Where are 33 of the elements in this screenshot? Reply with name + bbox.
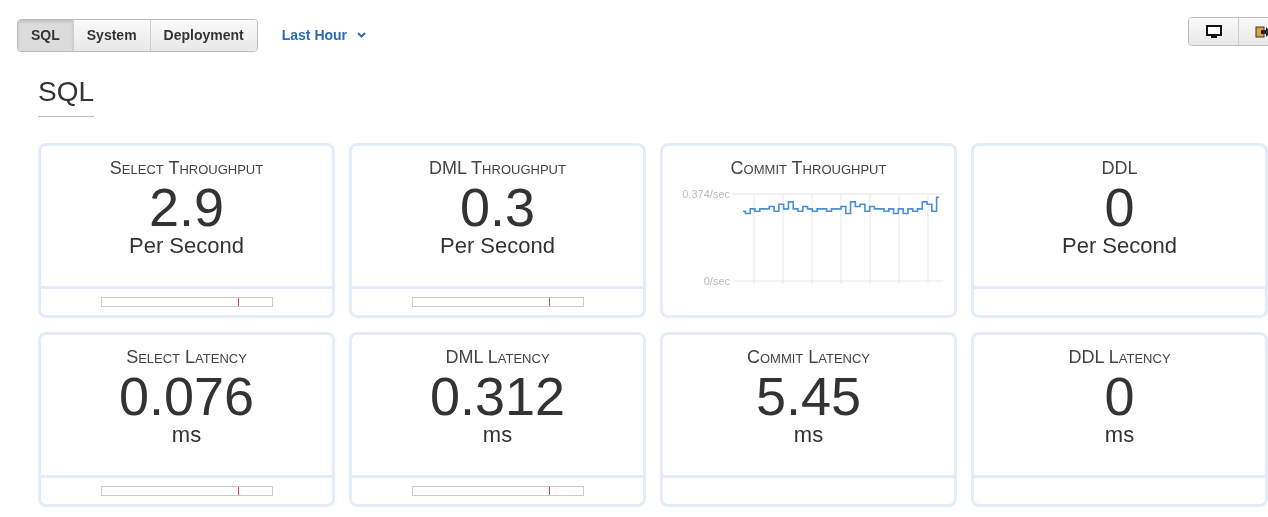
metric-value: 0 (1104, 369, 1135, 423)
caret-icon (357, 32, 367, 38)
card-title: DML Throughput (429, 158, 566, 178)
card-title: DML Latency (445, 347, 550, 367)
metric-unit: ms (1104, 423, 1135, 447)
card-title: Select Throughput (109, 158, 264, 178)
card-title: DDL Latency (1068, 347, 1171, 367)
metric-unit: Per Second (440, 234, 555, 258)
exit-icon (1255, 24, 1268, 39)
time-range-dropdown[interactable]: Last Hour (281, 27, 367, 43)
axis-label: 0.374/sec (681, 188, 730, 200)
metric-unit: Per Second (129, 234, 244, 258)
card-title: Commit Throughput (730, 158, 887, 178)
metric-unit: ms (171, 423, 202, 447)
monitor-icon (1205, 24, 1222, 39)
metric-value: 5.45 (755, 369, 862, 423)
metric-unit: ms (793, 423, 824, 447)
metric-value: 0.312 (429, 369, 566, 423)
metric-value: 0.3 (459, 180, 536, 234)
section-title: SQL (38, 76, 95, 117)
tab[interactable]: SQL (18, 19, 73, 51)
axis-label: 0/sec (703, 275, 730, 287)
metric-value: 2.9 (148, 180, 225, 234)
metric-unit: Per Second (1062, 234, 1177, 258)
card-title: Commit Latency (746, 347, 871, 367)
monitor-button[interactable] (1189, 18, 1238, 45)
card-title: DDL (1101, 158, 1138, 178)
metric-unit: ms (482, 423, 513, 447)
metric-value: 0.076 (118, 369, 255, 423)
tab[interactable]: System (72, 19, 150, 51)
tab[interactable]: Deployment (149, 19, 257, 51)
card-title: Select Latency (126, 347, 247, 367)
metric-value: 0 (1104, 180, 1135, 234)
